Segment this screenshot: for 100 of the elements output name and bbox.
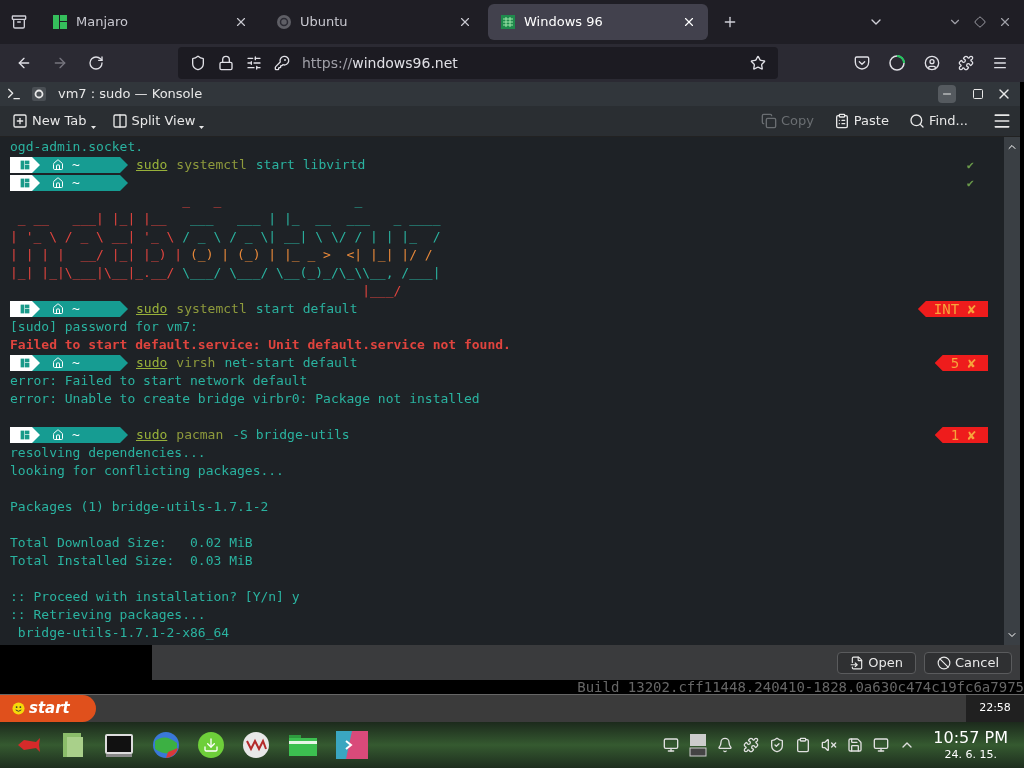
start-button[interactable]: start <box>0 695 96 722</box>
new-tab-icon <box>12 113 28 129</box>
terminal-icon[interactable] <box>104 732 134 758</box>
url-text: https://windows96.net <box>302 53 459 73</box>
maximize-icon[interactable] <box>972 88 984 100</box>
minimize-button[interactable] <box>938 85 956 103</box>
shield-icon[interactable] <box>769 737 786 753</box>
close-icon[interactable] <box>458 15 472 29</box>
command-name: virsh <box>176 354 216 372</box>
build-label: Build 13202.cff11448.240410-1828.0a630c474c19fc6a7975 <box>577 680 1024 694</box>
sudo-command: sudo <box>136 354 168 372</box>
copy-icon <box>760 113 777 129</box>
sudo-command: sudo <box>136 426 168 444</box>
command-name: pacman <box>176 426 224 444</box>
prompt-directory: ~ <box>72 354 80 372</box>
dialog-button[interactable]: Open <box>837 651 916 674</box>
prompt-directory: ~ <box>72 300 80 318</box>
tab-list-icon[interactable] <box>11 14 27 30</box>
lock-icon <box>218 55 234 71</box>
toolbar-button[interactable]: Split View <box>107 111 209 131</box>
back-icon[interactable] <box>16 55 32 71</box>
sudo-command: sudo <box>136 300 168 318</box>
toolbar-button[interactable]: Paste <box>829 111 893 131</box>
toolbar-button[interactable]: Find... <box>904 111 972 131</box>
split-view-icon <box>111 113 128 129</box>
sticky-note-icon[interactable] <box>60 731 86 759</box>
terminal-output: Packages (1) bridge-utils-1.7.1-2 <box>10 498 269 516</box>
manjaro-icon <box>20 178 30 188</box>
browser-tab[interactable]: Windows 96 <box>488 4 708 40</box>
computer-icon[interactable] <box>689 733 708 757</box>
success-check: ✔ <box>966 157 974 174</box>
prompt-directory: ~ <box>72 156 80 174</box>
key-icon <box>274 55 290 71</box>
ascii-art-line: | '_ \ / _ \ __| '_ \ / _ \ / _ \| __| \ \/ / | | |_ / <box>10 228 441 246</box>
terminal-output: looking for conflicting packages... <box>10 462 284 480</box>
terminal-output: Total Installed Size: 0.03 MiB <box>10 552 253 570</box>
command-name: systemctl <box>176 156 247 174</box>
vm-icon[interactable] <box>242 731 270 759</box>
dialog-button[interactable]: Cancel <box>923 651 1012 674</box>
exit-code-badge: INT ✘ <box>917 301 988 317</box>
panel-date: 24. 6. 15. <box>944 748 997 762</box>
clipboard-icon[interactable] <box>795 737 812 753</box>
notification-icon[interactable] <box>717 737 734 753</box>
diamond-icon[interactable] <box>974 16 986 28</box>
toolbar-button[interactable]: New Tab <box>8 111 100 131</box>
browser-tab[interactable]: Ubuntu <box>264 4 484 40</box>
close-icon[interactable] <box>234 15 248 29</box>
manjaro-icon <box>52 14 68 30</box>
paste-icon <box>833 113 850 129</box>
browser-tab[interactable]: Manjaro <box>40 4 260 40</box>
caret-icon <box>90 125 96 129</box>
exit-code-badge: 1 ✘ <box>934 427 988 443</box>
progress-ring-icon[interactable] <box>888 54 906 72</box>
prompt-directory: ~ <box>72 426 80 444</box>
reload-icon[interactable] <box>88 55 104 71</box>
home-icon <box>52 357 64 369</box>
home-icon <box>52 429 64 441</box>
window-title: vm7 : sudo — Konsole <box>58 85 203 104</box>
cancel-icon <box>936 655 951 670</box>
volume-muted-icon[interactable] <box>821 737 838 753</box>
pocket-icon[interactable] <box>854 55 870 71</box>
close-icon[interactable] <box>998 15 1012 29</box>
download-icon[interactable] <box>198 732 224 758</box>
ubuntu-icon <box>276 14 292 30</box>
ascii-art-line: _ __ ___| |_| |__ ___ ___ | |_ __ ___ _ ____ <box>16 210 441 228</box>
command-arguments: start libvirtd <box>255 156 366 174</box>
terminal-output: :: Retrieving packages... <box>10 606 206 624</box>
network-monitor-icon[interactable] <box>873 737 890 753</box>
ascii-art-line: |_| |_|\___|\__|_.__/ \___/ \___/ \__(_)_/\_\\__, /___| <box>10 264 441 282</box>
account-icon[interactable] <box>924 55 940 71</box>
terminal-output: resolving dependencies... <box>10 444 206 462</box>
bookmark-star-icon[interactable] <box>750 55 766 71</box>
permissions-icon <box>246 55 262 71</box>
sudo-command: sudo <box>136 156 168 174</box>
command-arguments: start default <box>255 300 358 318</box>
manjaro-icon <box>20 160 30 170</box>
home-icon <box>52 303 64 315</box>
menu-icon[interactable] <box>992 111 1012 131</box>
manjaro-icon <box>20 304 30 314</box>
command-name: systemctl <box>176 300 247 318</box>
app-icon[interactable] <box>336 731 368 759</box>
folder-icon[interactable] <box>288 733 318 757</box>
close-icon[interactable] <box>682 15 696 29</box>
scrollbar[interactable] <box>1004 137 1020 645</box>
terminal-output: Total Download Size: 0.02 MiB <box>10 534 253 552</box>
globe-icon[interactable] <box>152 731 180 759</box>
error-message: Failed to start default.service: Unit default.service not found. <box>10 336 511 354</box>
extensions-icon[interactable] <box>958 55 974 71</box>
new-tab-icon[interactable] <box>722 14 738 30</box>
home-icon <box>52 177 64 189</box>
ascii-art-line: _ _ _ <box>181 192 363 210</box>
grid-icon <box>500 14 516 30</box>
menu-icon[interactable] <box>992 55 1008 71</box>
home-icon <box>52 159 64 171</box>
forward-icon[interactable] <box>52 55 68 71</box>
address-bar[interactable]: https://windows96.net <box>178 47 778 79</box>
search-icon <box>908 113 925 129</box>
success-check: ✔ <box>966 175 974 192</box>
terminal-output: [sudo] password for vm7: <box>10 318 198 336</box>
display-icon[interactable] <box>663 737 680 753</box>
